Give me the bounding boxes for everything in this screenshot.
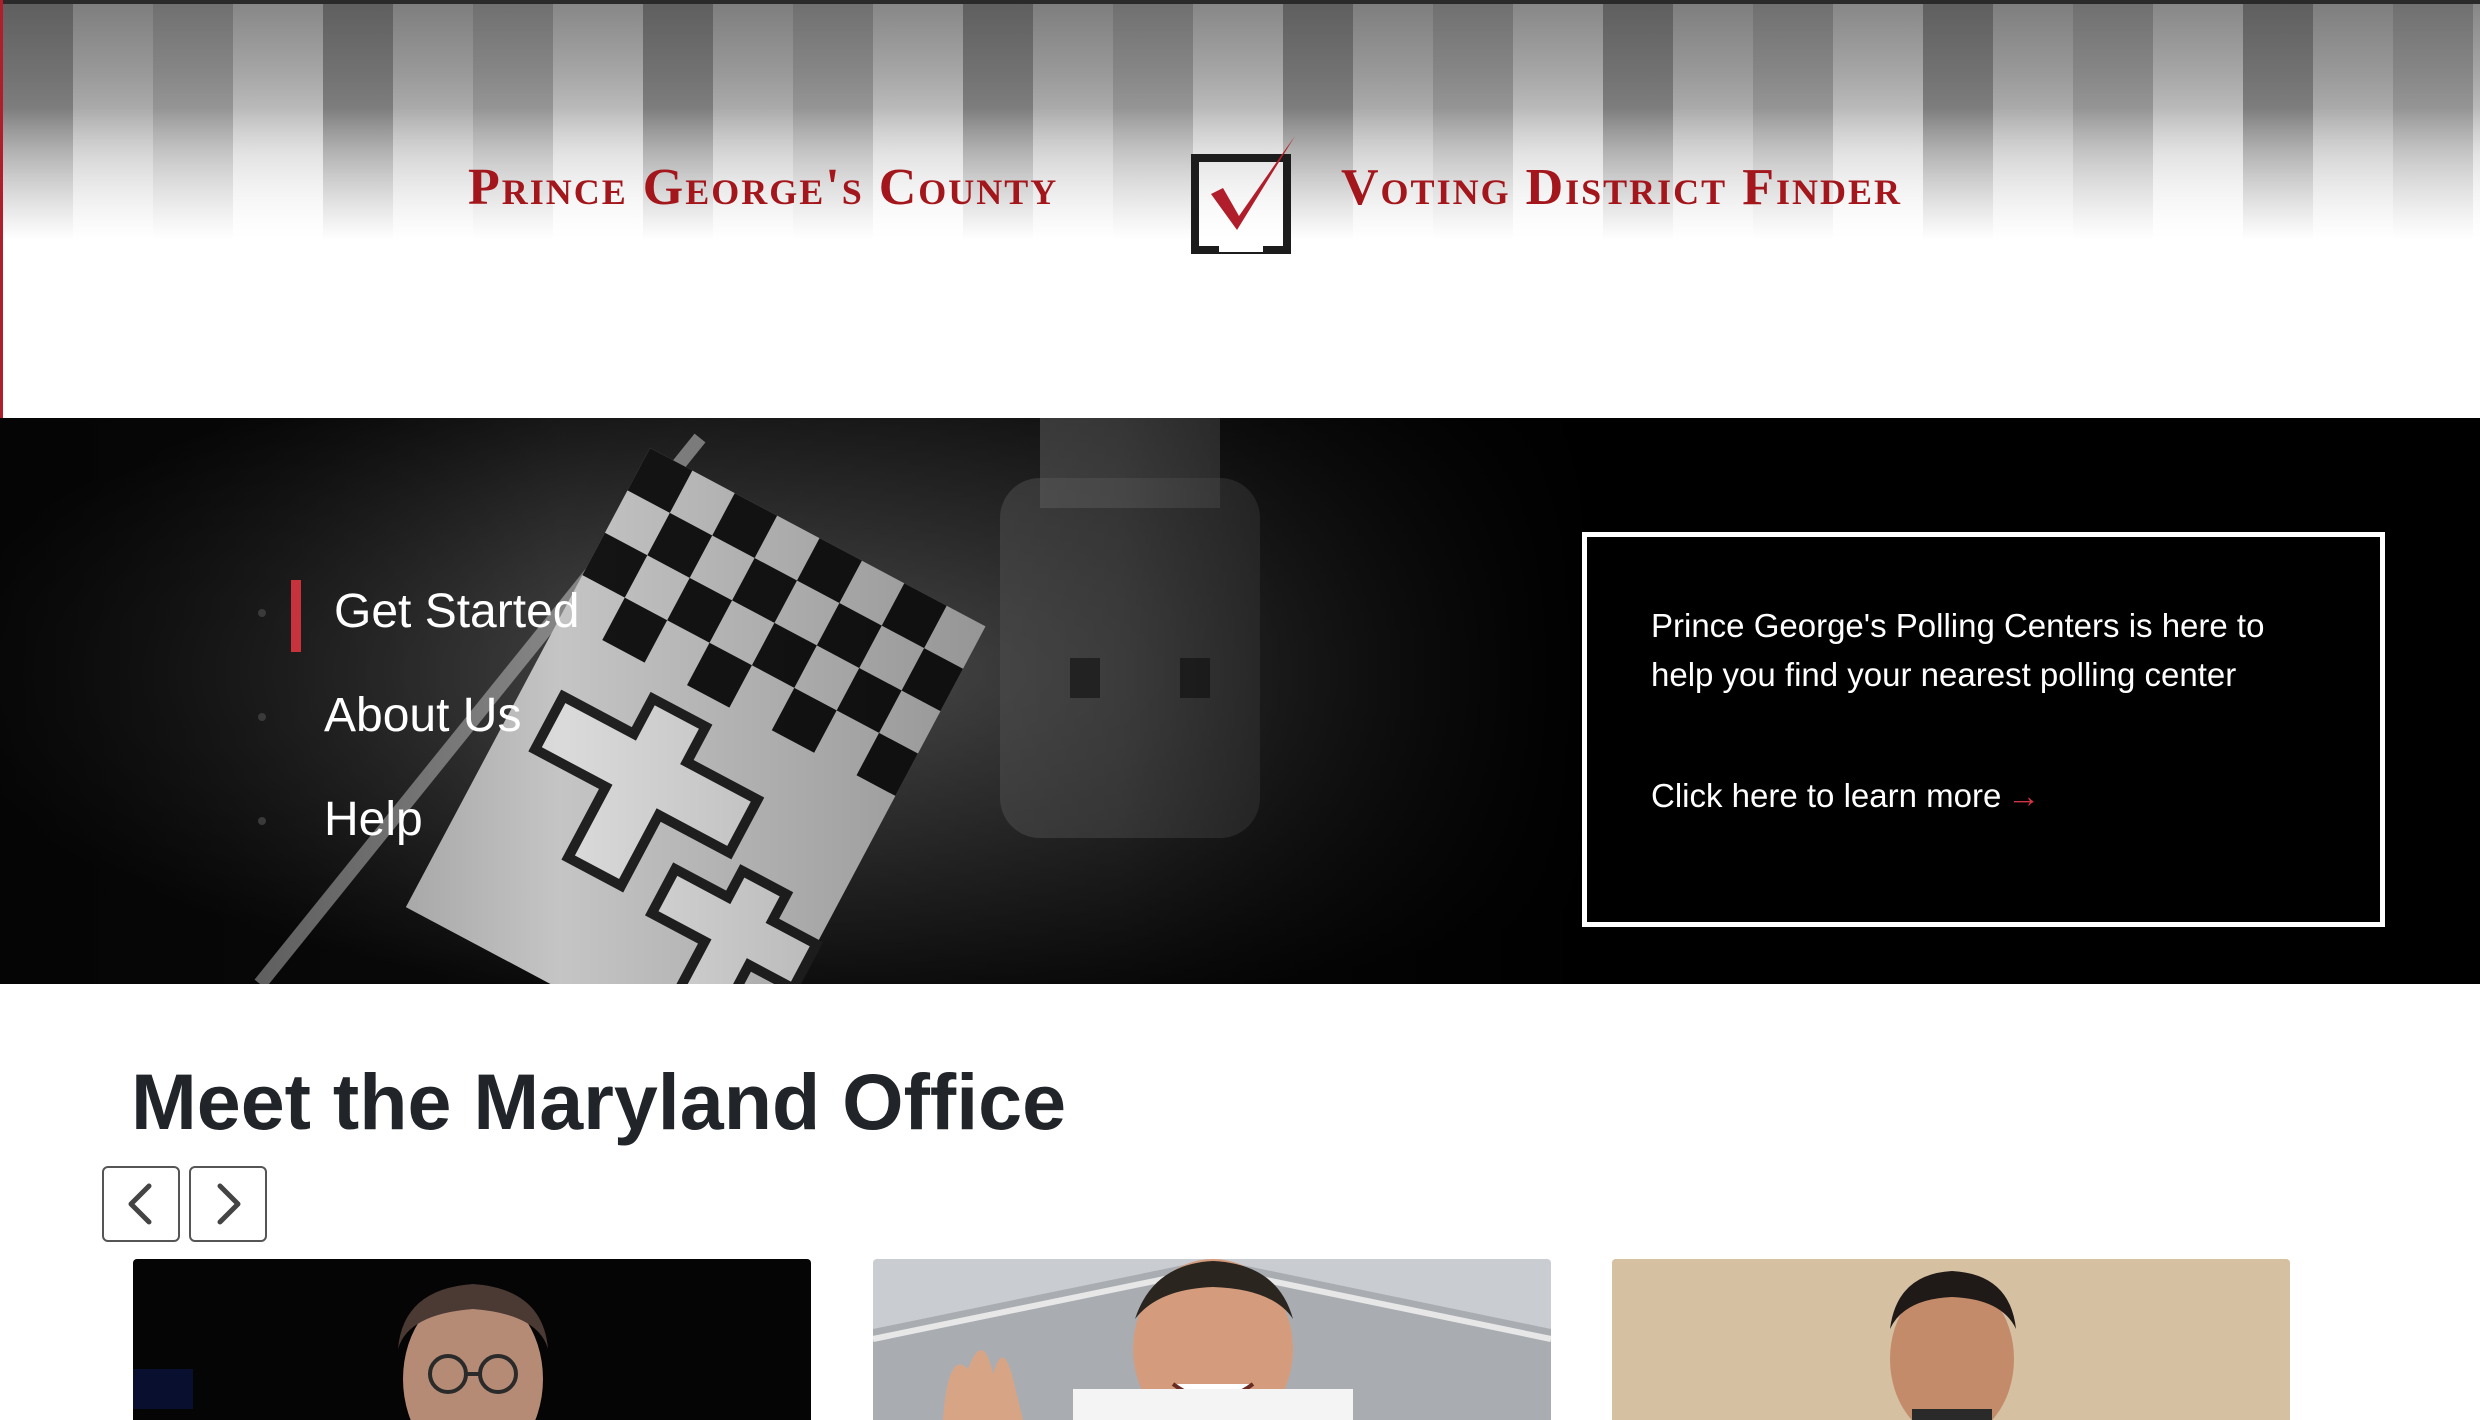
header-top-line (3, 0, 2480, 4)
nav-label: Get Started (334, 585, 580, 638)
carousel-prev-button[interactable] (102, 1166, 180, 1242)
site-header: Prince George's County Voting District F… (0, 0, 2480, 418)
brand-title-left[interactable]: Prince George's County (468, 160, 1058, 216)
nav-label: Help (324, 793, 423, 846)
nav-bullet (258, 609, 266, 617)
brand-title-right[interactable]: Voting District Finder (1341, 160, 1902, 216)
learn-more-label: Click here to learn more (1651, 777, 2002, 814)
official-card[interactable] (873, 1259, 1551, 1420)
hero-flag-photo (0, 418, 1600, 984)
nav-bullet (258, 817, 266, 825)
hero-banner: Get Started About Us Help Prince George'… (0, 418, 2480, 984)
official-photo (133, 1259, 811, 1420)
hero-nav: Get Started About Us Help (250, 560, 579, 872)
info-text: Prince George's Polling Centers is here … (1651, 607, 2265, 693)
official-photo (873, 1259, 1551, 1420)
official-photo (1612, 1259, 2290, 1420)
official-card[interactable] (133, 1259, 811, 1420)
learn-more-link[interactable]: Click here to learn more → (1651, 777, 2040, 815)
arrow-right-icon: → (2007, 777, 2041, 814)
nav-active-indicator (291, 580, 301, 652)
chevron-left-icon (128, 1183, 152, 1225)
nav-help[interactable]: Help (250, 768, 579, 872)
info-box: Prince George's Polling Centers is here … (1582, 532, 2385, 927)
nav-about-us[interactable]: About Us (250, 664, 579, 768)
section-title: Meet the Maryland Office (131, 1057, 1067, 1146)
checkbox-check-icon[interactable] (1189, 132, 1299, 257)
official-card[interactable] (1612, 1259, 2290, 1420)
nav-get-started[interactable]: Get Started (250, 560, 579, 664)
chevron-right-icon (217, 1183, 241, 1225)
nav-label: About Us (324, 689, 522, 742)
carousel-next-button[interactable] (189, 1166, 267, 1242)
page: Prince George's County Voting District F… (0, 0, 2480, 1420)
nav-bullet (258, 713, 266, 721)
